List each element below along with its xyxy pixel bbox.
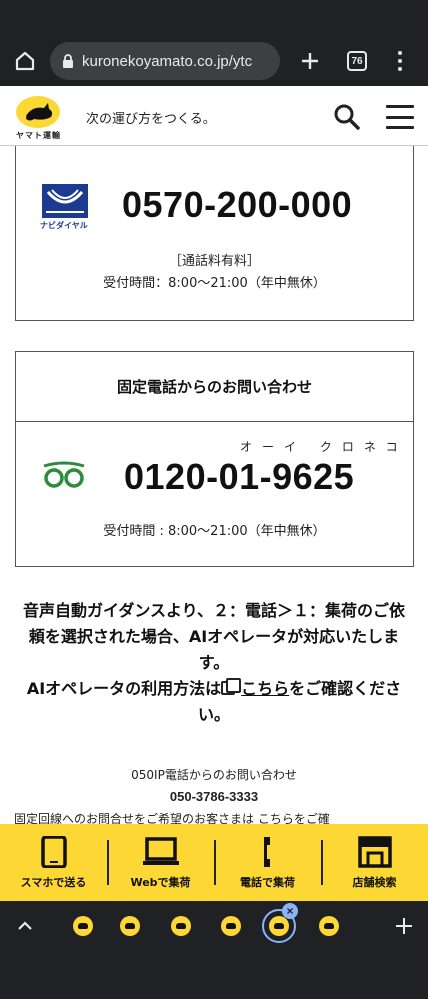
tab-switcher-button[interactable]: 76 (347, 51, 367, 71)
nav-label: 電話で集荷 (240, 876, 295, 889)
store-icon (357, 836, 392, 868)
phone-handset-icon (263, 837, 270, 867)
tab-favicon[interactable] (221, 916, 241, 936)
site-header: ヤマト運輸 次の運び方をつくる。 (0, 86, 428, 146)
url-text: kuronekoyamato.co.jp/ytc (82, 52, 253, 70)
usage-link[interactable]: こちら (241, 679, 289, 698)
nav-label: 店舗検索 (352, 876, 397, 889)
yamato-favicon-icon (78, 923, 88, 929)
menu-button[interactable] (386, 105, 414, 129)
tab-favicon[interactable] (319, 916, 339, 936)
yamato-logo[interactable]: ヤマト運輸 (14, 94, 64, 142)
menu-dot-icon (398, 51, 402, 55)
number-kana: オーイ クロネコ (240, 440, 408, 454)
landline-box: 固定電話からのお問い合わせ オーイ クロネコ 0120-01-9625 受付時間… (15, 351, 414, 567)
black-cat-logo-icon (16, 96, 60, 128)
tab-favicon[interactable] (73, 916, 93, 936)
external-link-icon (221, 678, 242, 695)
ip-phone-label: 050IP電話からのお問い合わせ (131, 768, 297, 782)
hamburger-line-icon (386, 105, 414, 108)
lock-icon (63, 54, 73, 68)
ai-operator-guidance: 音声自動ガイダンスより、２：電話＞１：集荷のご依頼を選択された場合、AIオペレー… (0, 598, 428, 728)
tab-favicon[interactable] (171, 916, 191, 936)
tagline: 次の運び方をつくる。 (86, 112, 216, 127)
home-icon (15, 51, 35, 71)
plus-icon (302, 53, 318, 69)
menu-dot-icon (398, 59, 402, 63)
chevron-up-icon[interactable] (14, 915, 36, 937)
address-bar[interactable]: kuronekoyamato.co.jp/ytc (50, 42, 280, 80)
guidance-text: 音声自動ガイダンスより、２：電話＞１：集荷のご依頼を選択された場合、AIオペレー… (22, 601, 406, 672)
logo-caption: ヤマト運輸 (16, 131, 61, 140)
navi-dial-logo: ナビダイヤル (40, 184, 98, 232)
ip-phone-block: 050IP電話からのお問い合わせ 050-3786-3333 (0, 764, 428, 808)
search-icon (334, 104, 360, 130)
nav-phone-pickup[interactable]: 電話で集荷 (214, 824, 321, 901)
menu-dot-icon (398, 67, 402, 71)
landline-request-text: 固定回線へのお問合せをご希望のお客さまは こちらをご確 (14, 812, 330, 824)
yamato-favicon-icon (226, 923, 236, 929)
yamato-favicon-icon (176, 923, 186, 929)
search-button[interactable] (332, 102, 362, 132)
nav-label: Webで集荷 (130, 876, 191, 889)
nav-label: スマホで送る (20, 876, 87, 889)
smartphone-icon (40, 836, 67, 868)
browser-toolbar: kuronekoyamato.co.jp/ytc 76 (0, 36, 428, 86)
guidance-usage-prefix: AIオペレータの利用方法は (26, 679, 222, 698)
navi-dial-number[interactable]: 0570-200-000 (122, 184, 352, 226)
yamato-favicon-icon (324, 923, 334, 929)
yamato-favicon-icon (274, 923, 284, 929)
nav-web-pickup[interactable]: Webで集荷 (107, 824, 214, 901)
free-dial-icon (43, 461, 85, 488)
new-tab-button[interactable] (296, 47, 324, 75)
tab-favicon[interactable] (120, 916, 140, 936)
bottom-navigation: スマホで送る Webで集荷 電話で集荷 店舗検索 (0, 824, 428, 901)
new-tab-plus-icon[interactable] (392, 914, 416, 938)
landline-hours: 受付時間 : 8:00〜21:00（年中無休） (103, 524, 326, 539)
yamato-favicon-icon (125, 923, 135, 929)
fee-note: ［通話料有料］ (168, 254, 260, 269)
free-dial-number[interactable]: 0120-01-9625 (124, 456, 354, 498)
navi-dial-hours: 受付時間：8:00〜21:00（年中無休） (103, 276, 326, 291)
landline-heading: 固定電話からのお問い合わせ (16, 352, 413, 422)
free-dial-logo (42, 460, 90, 490)
system-navigation-bar (0, 951, 428, 999)
tab-strip: × (0, 901, 428, 951)
navi-dial-box: ナビダイヤル 0570-200-000 ［通話料有料］ 受付時間：8:00〜21… (15, 146, 414, 321)
ip-phone-number[interactable]: 050-3786-3333 (0, 786, 428, 808)
laptop-icon (142, 837, 179, 865)
active-tab-favicon[interactable] (269, 916, 289, 936)
guidance-usage: AIオペレータの利用方法は こちらをご確認ください。 (18, 676, 410, 728)
status-bar (0, 0, 428, 36)
hamburger-line-icon (386, 126, 414, 129)
navi-dial-caption: ナビダイヤル (40, 221, 88, 230)
navi-dial-icon (42, 184, 88, 218)
close-tab-icon[interactable]: × (282, 903, 298, 919)
hamburger-line-icon (386, 115, 414, 119)
browser-menu-button[interactable] (388, 49, 412, 73)
home-button[interactable] (0, 36, 50, 86)
nav-store-search[interactable]: 店舗検索 (321, 824, 428, 901)
nav-send-by-smartphone[interactable]: スマホで送る (0, 824, 107, 901)
